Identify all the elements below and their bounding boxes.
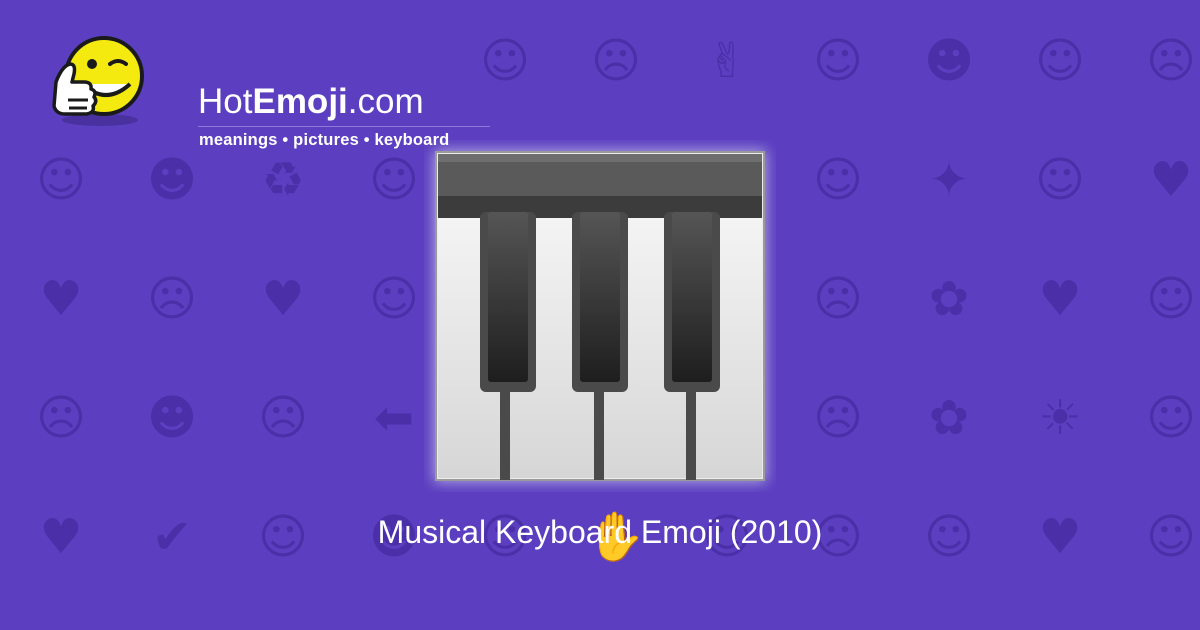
background-emoji-icon: ✿ <box>928 390 970 446</box>
background-emoji-icon: ☹ <box>812 390 864 446</box>
background-emoji-icon: ☺ <box>479 33 531 89</box>
background-emoji-icon: ☺ <box>1145 271 1197 327</box>
background-emoji-icon: ☺ <box>812 33 864 89</box>
emoji-caption: Musical Keyboard Emoji (2010) <box>377 514 823 550</box>
background-emoji-icon: ♻ <box>261 152 305 208</box>
background-emoji-icon: ☺ <box>368 271 420 327</box>
background-emoji-icon: ♥ <box>1149 152 1193 208</box>
background-emoji-icon: ☻ <box>146 152 198 208</box>
background-emoji-icon: ♥ <box>39 271 83 327</box>
logo-divider <box>198 126 490 127</box>
background-emoji-icon: ☺ <box>1145 390 1197 446</box>
site-tagline: meanings • pictures • keyboard <box>199 131 450 149</box>
background-emoji-icon: ✿ <box>928 271 970 327</box>
background-emoji-icon: ♥ <box>261 271 305 327</box>
background-emoji-icon: ☹ <box>35 390 87 446</box>
background-emoji-icon: ☹ <box>146 271 198 327</box>
background-emoji-icon: ☺ <box>812 152 864 208</box>
site-title: HotEmoji.com <box>198 82 424 122</box>
background-emoji-icon: ✌ <box>706 33 748 89</box>
musical-keyboard-icon <box>434 150 766 482</box>
background-emoji-icon: ☻ <box>146 390 198 446</box>
background-emoji-icon: ☺ <box>35 152 87 208</box>
site-title-bold: Emoji <box>252 82 348 121</box>
background-emoji-icon: ☹ <box>812 271 864 327</box>
background-emoji-icon: ☹ <box>1145 33 1197 89</box>
background-emoji-icon: ☀ <box>1038 390 1082 446</box>
background-emoji-icon: ☺ <box>1034 152 1086 208</box>
background-emoji-icon: ✦ <box>928 152 970 208</box>
site-title-suffix: .com <box>347 82 424 121</box>
background-emoji-icon: ⬅ <box>373 390 415 446</box>
thumbs-up-smiley-icon <box>52 36 144 126</box>
background-emoji-icon: ♥ <box>1038 271 1082 327</box>
site-logo[interactable]: HotEmoji.com meanings • pictures • keybo… <box>38 34 490 149</box>
site-title-prefix: Hot <box>198 82 253 121</box>
background-emoji-icon: ☹ <box>590 33 642 89</box>
background-emoji-icon: ☻ <box>923 33 975 89</box>
background-emoji-icon: ☺ <box>1034 33 1086 89</box>
background-emoji-icon: ☹ <box>257 390 309 446</box>
background-emoji-icon: ☺ <box>368 152 420 208</box>
